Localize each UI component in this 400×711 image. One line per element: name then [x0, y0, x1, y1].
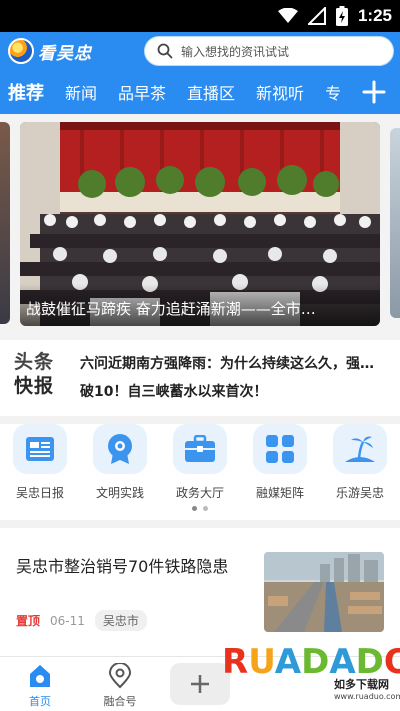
news-thumbnail [264, 552, 384, 632]
nav-label: 首页 [29, 695, 51, 708]
logo-mark-icon [8, 38, 34, 64]
news-tag[interactable]: 吴忠市 [94, 610, 147, 631]
quick-links-pager [0, 506, 400, 511]
grid-icon [253, 424, 307, 474]
nav-label: 融合号 [103, 695, 137, 708]
quick-link-daily[interactable]: 吴忠日报 [0, 424, 80, 518]
prev-slide-peek [0, 122, 10, 324]
tab-recommend[interactable]: 推荐 [8, 79, 44, 105]
quick-link-label: 融媒矩阵 [255, 486, 304, 500]
banner-caption: 战鼓催征马蹄疾 奋力追赶涌新潮——全市… [20, 284, 380, 326]
newspaper-icon [13, 424, 67, 474]
tab-news[interactable]: 新闻 [65, 80, 97, 104]
site-watermark: RUADADO 如多下载网 www.ruaduo.com [222, 642, 400, 708]
tab-morning-tea[interactable]: 品早茶 [118, 80, 166, 104]
news-meta: 置顶 06-11 吴忠市 [16, 610, 147, 631]
next-slide-peek [390, 128, 400, 318]
channel-nav: 推荐 新闻 品早茶 直播区 新视听 专 [0, 70, 400, 114]
pager-dot[interactable] [203, 506, 208, 511]
quick-link-tourism[interactable]: 乐游吴忠 [320, 424, 400, 518]
news-card[interactable]: 吴忠市整治销号70件铁路隐患 置顶 06-11 吴忠市 [0, 528, 400, 656]
section-divider [0, 416, 400, 424]
search-input[interactable]: 输入想找的资讯试试 [144, 36, 394, 66]
headline-badge: 头条 快报 [14, 350, 66, 402]
pinned-label: 置顶 [16, 614, 41, 628]
briefcase-icon [173, 424, 227, 474]
location-pin-icon [108, 663, 132, 689]
app-header: 看吴忠 输入想找的资讯试试 [0, 32, 400, 70]
section-divider [0, 520, 400, 528]
headline-flash: 头条 快报 六问近期南方强降雨：为什么持续这么久，强… 破10！自三峡蓄水以来首… [0, 340, 400, 416]
quick-link-label: 吴忠日报 [15, 486, 64, 500]
quick-link-media-matrix[interactable]: 融媒矩阵 [240, 424, 320, 518]
clock: 1:25 [357, 6, 392, 25]
search-placeholder: 输入想找的资讯试试 [181, 44, 290, 59]
signal-icon [307, 7, 326, 25]
pager-dot[interactable] [192, 506, 197, 511]
nav-fusion[interactable]: 融合号 [90, 663, 150, 709]
watermark-url: www.ruaduo.com [334, 692, 400, 701]
nav-home[interactable]: 首页 [10, 663, 70, 709]
headline-badge-top: 头条 [14, 351, 55, 373]
channel-tabs: 推荐 新闻 品早茶 直播区 新视听 专 [0, 79, 352, 105]
plus-icon [191, 675, 209, 693]
banner-slide[interactable]: 战鼓催征马蹄疾 奋力追赶涌新潮——全市… [20, 122, 380, 326]
search-icon [157, 43, 173, 59]
headline-item[interactable]: 六问近期南方强降雨：为什么持续这么久，强… [80, 350, 394, 378]
quick-link-label: 政务大厅 [175, 486, 224, 500]
status-icons: 1:25 [277, 5, 392, 27]
news-title: 吴忠市整治销号70件铁路隐患 [16, 557, 229, 576]
tab-new-media[interactable]: 新视听 [256, 80, 304, 104]
headline-list: 六问近期南方强降雨：为什么持续这么久，强… 破10！自三峡蓄水以来首次！ [80, 350, 394, 406]
headline-badge-bottom: 快报 [14, 375, 55, 397]
nav-add-button[interactable] [170, 663, 230, 705]
quick-link-label: 文明实践 [95, 486, 144, 500]
quick-links: 吴忠日报 文明实践 政务大厅 融媒矩阵 乐游吴忠 [0, 424, 400, 518]
add-channel-plus-icon[interactable] [360, 78, 388, 106]
tab-live[interactable]: 直播区 [187, 80, 235, 104]
quick-link-government[interactable]: 政务大厅 [160, 424, 240, 518]
home-icon [30, 665, 50, 687]
flower-badge-icon [93, 424, 147, 474]
battery-charging-icon [335, 6, 348, 26]
palm-beach-icon [333, 424, 387, 474]
tab-special[interactable]: 专 [325, 80, 341, 104]
app-name: 看吴忠 [38, 43, 92, 64]
app-logo[interactable]: 看吴忠 [8, 38, 92, 64]
status-bar: 1:25 [0, 0, 400, 32]
watermark-name: 如多下载网 [334, 678, 389, 691]
wifi-icon [277, 8, 298, 23]
quick-link-label: 乐游吴忠 [335, 486, 384, 500]
banner-carousel[interactable]: 战鼓催征马蹄疾 奋力追赶涌新潮——全市… [0, 114, 400, 340]
headline-item[interactable]: 破10！自三峡蓄水以来首次！ [80, 378, 394, 406]
news-date: 06-11 [50, 613, 85, 628]
quick-link-civilization[interactable]: 文明实践 [80, 424, 160, 518]
